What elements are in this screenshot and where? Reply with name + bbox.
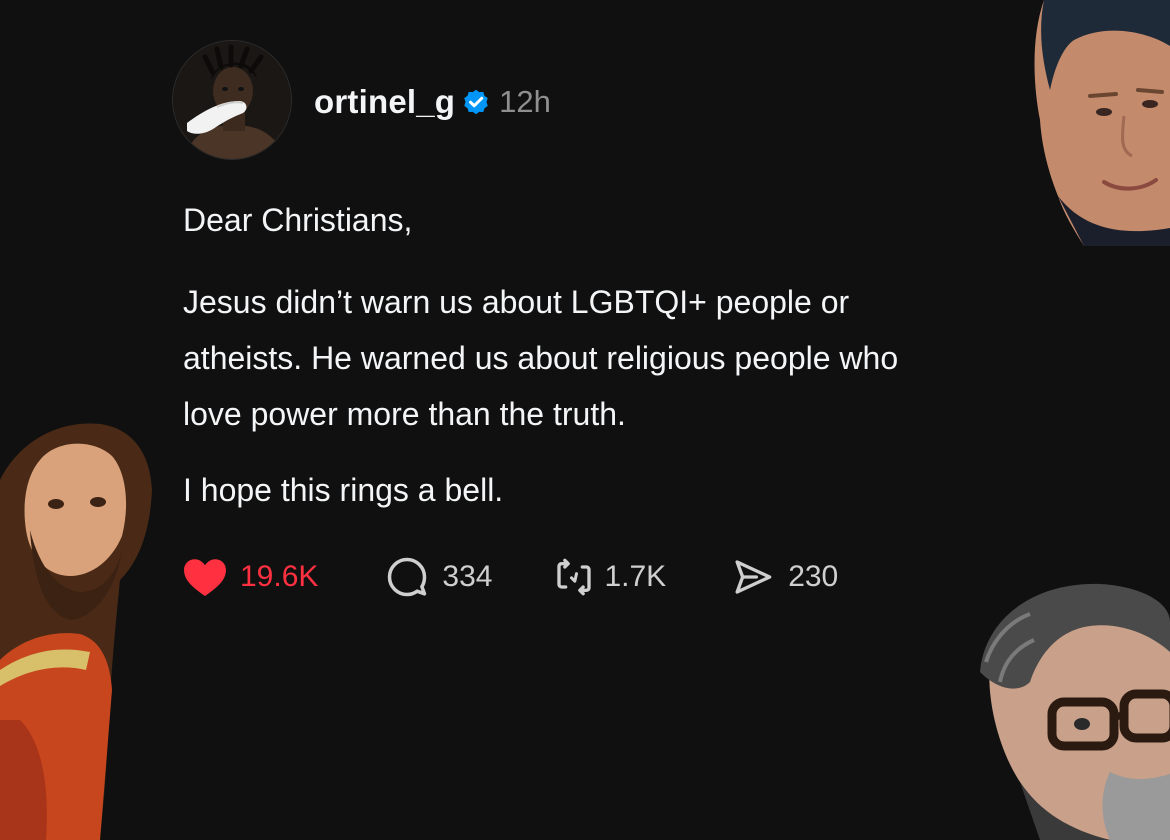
repost-icon bbox=[554, 557, 594, 597]
comment-bubble-icon bbox=[386, 556, 428, 598]
post-main-paragraph: Jesus didn’t warn us about LGBTQI+ peopl… bbox=[183, 274, 1143, 442]
reply-button[interactable]: 334 bbox=[386, 556, 492, 598]
share-button[interactable]: 230 bbox=[732, 557, 838, 597]
post-line: atheists. He warned us about religious p… bbox=[183, 340, 899, 376]
action-bar: 19.6K 334 1.7K 230 bbox=[182, 555, 838, 599]
post-greeting: Dear Christians, bbox=[183, 202, 413, 238]
share-count: 230 bbox=[788, 560, 839, 593]
like-count: 19.6K bbox=[240, 560, 319, 593]
post-line: love power more than the truth. bbox=[183, 396, 626, 432]
post-body: Dear Christians, Jesus didn’t warn us ab… bbox=[183, 192, 1143, 518]
sticker-jesus-portrait bbox=[0, 420, 160, 840]
sticker-man-smiling bbox=[1024, 0, 1170, 246]
username[interactable]: ortinel_g bbox=[314, 83, 455, 121]
post-closing: I hope this rings a bell. bbox=[183, 472, 504, 508]
timestamp: 12h bbox=[499, 84, 551, 119]
avatar[interactable] bbox=[172, 40, 292, 160]
avatar-image bbox=[173, 41, 291, 159]
repost-count: 1.7K bbox=[604, 560, 667, 593]
repost-button[interactable]: 1.7K bbox=[554, 557, 666, 597]
heart-icon bbox=[182, 557, 228, 597]
send-icon bbox=[732, 557, 774, 597]
reply-count: 334 bbox=[442, 560, 493, 593]
verified-badge-icon bbox=[461, 87, 491, 117]
sticker-man-glasses bbox=[960, 582, 1170, 840]
post-line: Jesus didn’t warn us about LGBTQI+ peopl… bbox=[183, 284, 850, 320]
like-button[interactable]: 19.6K bbox=[182, 557, 318, 597]
post-header: ortinel_g 12h bbox=[314, 80, 551, 124]
